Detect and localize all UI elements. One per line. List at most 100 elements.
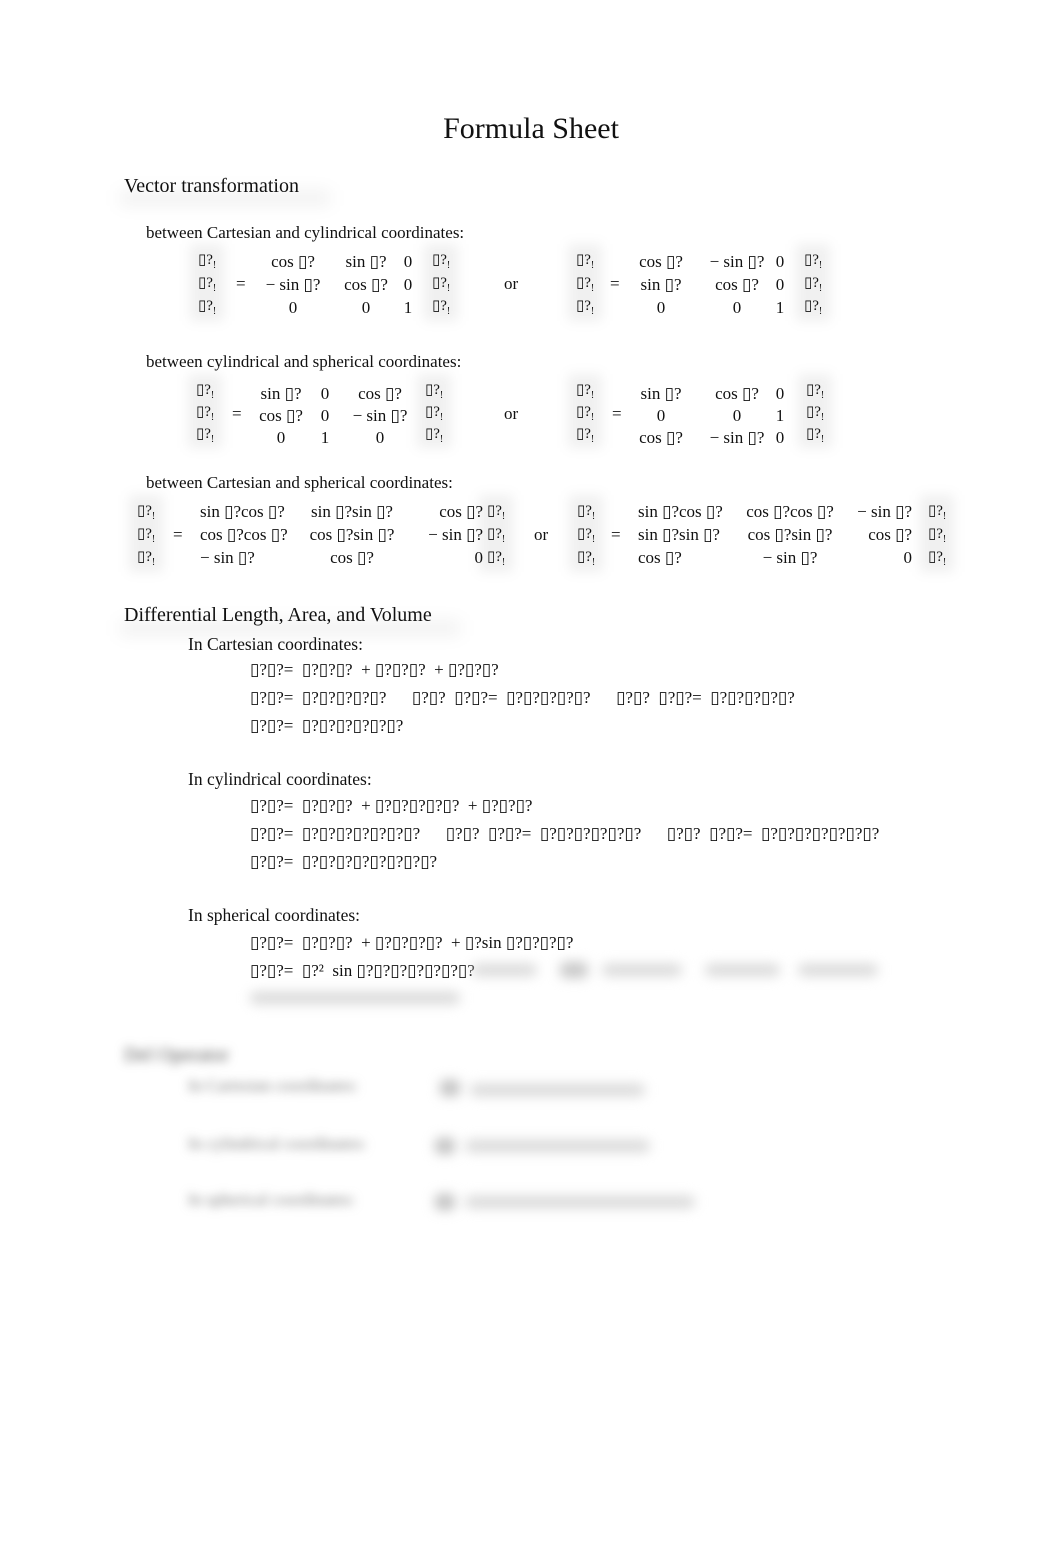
matrix-right-cell: 1 [775,298,785,317]
equals-sign: = [612,404,622,423]
matrix-left-cell: sin ▯?sin ▯? [311,502,393,521]
matrix-right-cell: 0 [656,406,666,425]
vector-left-2: ▯?! [576,426,595,445]
del-label-cartesian: In Cartesian coordinates: [188,1076,358,1095]
matrix-right-cell: cos ▯? [638,548,682,567]
matrix-left-cell: − sin ▯? [200,548,255,567]
vector-left-2: ▯?! [196,426,215,445]
matrix-left-cell: − sin ▯? [428,525,483,544]
section-heading-del: Del Operator [124,1044,229,1066]
matrix-left-cell: sin ▯? [260,384,302,403]
matrix-right-cell: − sin ▯? [709,428,765,447]
label-cartesian: In Cartesian coordinates: [188,634,363,654]
label-spherical: In spherical coordinates: [188,905,361,925]
del-label-spherical: In spherical coordinates: [188,1190,356,1209]
matrix-left-cell: − sin ▯? [265,275,321,294]
matrix-left-cell: cos ▯? [259,406,303,425]
label-cart-sph: between Cartesian and spherical coordina… [146,473,453,492]
vector-right-0: ▯?! [928,503,947,522]
matrix-left-cell: 0 [288,298,298,317]
matrix-left-cell: 0 [403,252,413,271]
matrix-left-cell: cos ▯? [330,548,374,567]
matrix-left-cell: 1 [403,298,413,317]
matrix-right-cell: 0 [656,298,666,317]
matrix-right-cell: 0 [775,275,785,294]
matrix-right-cell: sin ▯? [640,384,682,403]
vector-left-0: ▯?! [577,503,596,522]
vector-right-1: ▯?! [928,526,947,545]
vector-left-1: ▯?! [137,526,156,545]
section-heading-differential: Differential Length, Area, and Volume [124,604,432,626]
vector-right-2: ▯?! [804,298,823,317]
vector-right-0: ▯?! [432,252,451,271]
formula-cyl-dl: ▯?▯?= ▯?▯?▯? + ▯?▯?▯?▯?▯? + ▯?▯?▯? [250,796,533,815]
matrix-left-cell: 0 [474,548,484,567]
vector-left-0: ▯?! [198,252,217,271]
equals-sign: = [173,525,183,544]
matrix-right-cell: 0 [775,384,785,403]
vector-right-0: ▯?! [425,382,444,401]
vector-left-1: ▯?! [576,275,595,294]
vector-left-1: ▯?! [577,526,596,545]
vector-left-1: ▯?! [198,275,217,294]
section-heading-vector: Vector transformation [124,175,299,197]
matrix-left-cell: cos ▯? [344,275,388,294]
formula-cyl-dv: ▯?▯?= ▯?▯?▯?▯?▯?▯?▯?▯? [250,852,438,871]
matrix-right-cell: − sin ▯? [857,502,912,521]
or-label: or [504,274,519,293]
matrix-right-cell: cos ▯?sin ▯? [747,525,833,544]
matrix-left-cell: sin ▯?cos ▯? [200,502,285,521]
matrix-right-cell: − sin ▯? [762,548,818,567]
matrix-right-cell: sin ▯?cos ▯? [638,502,723,521]
vector-left-0: ▯?! [137,503,156,522]
vector-left-0: ▯?! [576,382,595,401]
vector-left-2: ▯?! [198,298,217,317]
vector-right-2: ▯?! [928,549,947,568]
vector-left-2: ▯?! [577,549,596,568]
vector-right-2: ▯?! [425,426,444,445]
vector-left-0: ▯?! [196,382,215,401]
matrix-left-cell: cos ▯? [271,252,315,271]
vector-right-2: ▯?! [432,298,451,317]
formula-cart-dv: ▯?▯?= ▯?▯?▯?▯?▯?▯? [250,716,404,735]
vector-right-1: ▯?! [487,526,506,545]
matrix-left-cell: 0 [403,275,413,294]
vector-right-1: ▯?! [806,404,825,423]
matrix-right-cell: cos ▯?cos ▯? [746,502,834,521]
matrix-right-cell: 0 [775,428,785,447]
formula-cart-ds: ▯?▯?= ▯?▯?▯?▯?▯? ▯?▯? ▯?▯?= ▯?▯?▯?▯?▯? ▯… [250,688,795,707]
formula-cyl-ds: ▯?▯?= ▯?▯?▯?▯?▯?▯?▯? ▯?▯? ▯?▯?= ▯?▯?▯?▯?… [250,824,880,843]
matrix-left-cell: 0 [320,406,330,425]
vector-right-0: ▯?! [804,252,823,271]
label-cart-cyl: between Cartesian and cylindrical coordi… [146,223,465,242]
or-label: or [534,525,549,544]
label-cyl-sph: between cylindrical and spherical coordi… [146,352,462,371]
matrix-left-cell: cos ▯? [439,502,483,521]
or-label: or [504,404,519,423]
matrix-right-cell: − sin ▯? [709,252,765,271]
vector-left-2: ▯?! [576,298,595,317]
matrix-left-cell: sin ▯? [345,252,387,271]
formula-cart-dl: ▯?▯?= ▯?▯?▯? + ▯?▯?▯? + ▯?▯?▯? [250,660,499,679]
matrix-right-cell: 0 [732,298,742,317]
del-label-cylindrical: In cylindrical coordinates: [188,1134,367,1153]
vector-right-1: ▯?! [804,275,823,294]
formula-sph-dl: ▯?▯?= ▯?▯?▯? + ▯?▯?▯?▯? + ▯?sin ▯?▯?▯?▯? [250,933,574,952]
vector-right-1: ▯?! [425,404,444,423]
matrix-right-cell: cos ▯? [639,252,683,271]
matrix-left-cell: cos ▯?sin ▯? [309,525,395,544]
vector-left-1: ▯?! [576,404,595,423]
matrix-left-cell: cos ▯? [358,384,402,403]
matrix-right-cell: cos ▯? [715,384,759,403]
equals-sign: = [610,274,620,293]
label-cylindrical: In cylindrical coordinates: [188,769,372,789]
vector-left-1: ▯?! [196,404,215,423]
matrix-right-cell: sin ▯?sin ▯? [638,525,720,544]
vector-right-1: ▯?! [432,275,451,294]
matrix-right-cell: cos ▯? [715,275,759,294]
matrix-left-cell: 0 [375,428,385,447]
equals-sign: = [232,404,242,423]
formula-sph-ds: ▯?▯?= ▯?² sin ▯?▯?▯?▯?▯?▯?▯? [250,961,475,980]
matrix-right-cell: cos ▯? [639,428,683,447]
vector-right-2: ▯?! [806,426,825,445]
